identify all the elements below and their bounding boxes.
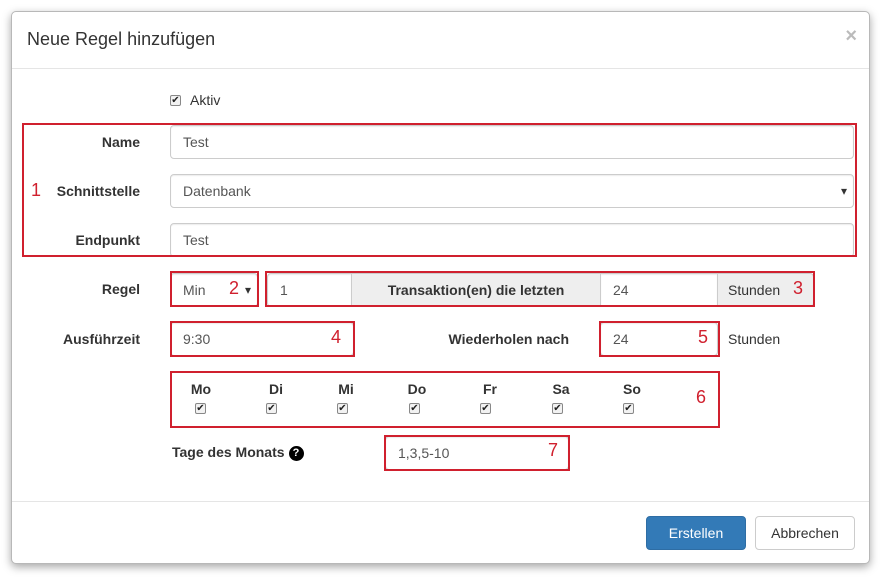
annotation-number-4: 4 (331, 327, 342, 347)
cancel-button[interactable]: Abbrechen (755, 516, 855, 550)
annotation-number-5: 5 (698, 327, 709, 347)
aktiv-label: Aktiv (190, 92, 221, 108)
annotation-box-4 (170, 321, 355, 357)
aktiv-checkbox[interactable]: ✔ (170, 95, 181, 106)
annotation-box-1 (22, 123, 857, 257)
annotation-number-6: 6 (696, 387, 707, 407)
annotation-number-7: 7 (548, 440, 559, 460)
tage-des-monats-label: Tage des Monats? (172, 444, 304, 461)
wiederholen-label: Wiederholen nach (448, 331, 569, 347)
annotation-box-7 (384, 435, 570, 471)
annotation-box-3 (265, 271, 815, 307)
annotation-number-1: 1 (31, 180, 42, 200)
annotation-box-2 (170, 271, 259, 307)
dialog-title: Neue Regel hinzufügen (27, 29, 216, 49)
regel-label: Regel (101, 281, 140, 297)
annotation-number-3: 3 (793, 278, 804, 298)
dialog-header: Neue Regel hinzufügen × (12, 12, 869, 69)
wiederholen-unit: Stunden (728, 331, 781, 347)
tage-des-monats-text: Tage des Monats (172, 444, 285, 460)
annotation-number-2: 2 (229, 278, 240, 298)
ausfuehrzeit-label: Ausführzeit (63, 331, 140, 347)
close-icon[interactable]: × (845, 25, 857, 48)
create-button[interactable]: Erstellen (646, 516, 746, 550)
annotation-box-6 (170, 371, 720, 428)
help-icon[interactable]: ? (288, 445, 304, 461)
